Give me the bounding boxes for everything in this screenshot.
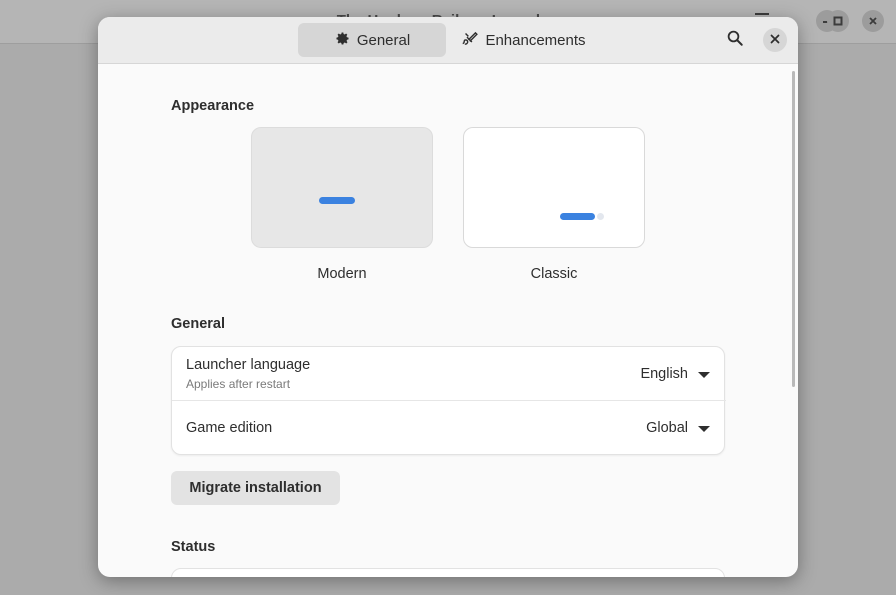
appearance-section-title: Appearance	[171, 98, 255, 114]
chevron-down-icon	[698, 426, 710, 432]
style-card-modern[interactable]	[251, 127, 433, 248]
brush-icon	[462, 30, 479, 51]
classic-preview-pill	[560, 213, 595, 220]
close-icon	[770, 31, 780, 49]
search-icon	[726, 29, 744, 52]
launcher-language-row[interactable]: Launcher language Applies after restart …	[172, 347, 726, 401]
search-button[interactable]	[722, 27, 748, 53]
tab-enhancements-label: Enhancements	[485, 31, 586, 49]
game-edition-value: Global	[646, 420, 688, 436]
style-label-modern: Modern	[317, 266, 367, 282]
preferences-dialog: General Enhancements Appearance Modern C…	[98, 17, 798, 577]
classic-preview-dot	[597, 213, 604, 220]
gear-icon	[334, 30, 351, 51]
chevron-down-icon	[698, 372, 710, 378]
general-settings-list: Launcher language Applies after restart …	[171, 346, 726, 456]
general-section-title: General	[171, 316, 225, 332]
migrate-installation-button[interactable]: Migrate installation	[171, 471, 340, 505]
tab-general[interactable]: General	[298, 23, 446, 57]
tab-general-label: General	[356, 31, 411, 49]
launcher-language-subtitle: Applies after restart	[186, 377, 291, 391]
dialog-content: Appearance Modern Classic General Launch…	[98, 64, 798, 577]
tab-enhancements[interactable]: Enhancements	[454, 23, 594, 57]
window-close-icon	[862, 10, 884, 32]
game-edition-row[interactable]: Game edition Global	[172, 402, 726, 456]
modern-preview-pill	[319, 197, 355, 204]
maximize-icon	[827, 10, 849, 32]
game-edition-title: Game edition	[186, 420, 273, 436]
style-label-classic: Classic	[530, 266, 578, 282]
launcher-language-value: English	[640, 366, 688, 382]
style-card-classic[interactable]	[463, 127, 645, 248]
dialog-header: General Enhancements	[98, 17, 798, 64]
close-button[interactable]	[763, 28, 787, 52]
launcher-language-title: Launcher language	[186, 357, 311, 373]
status-section-title: Status	[171, 539, 216, 555]
status-list	[171, 568, 725, 577]
